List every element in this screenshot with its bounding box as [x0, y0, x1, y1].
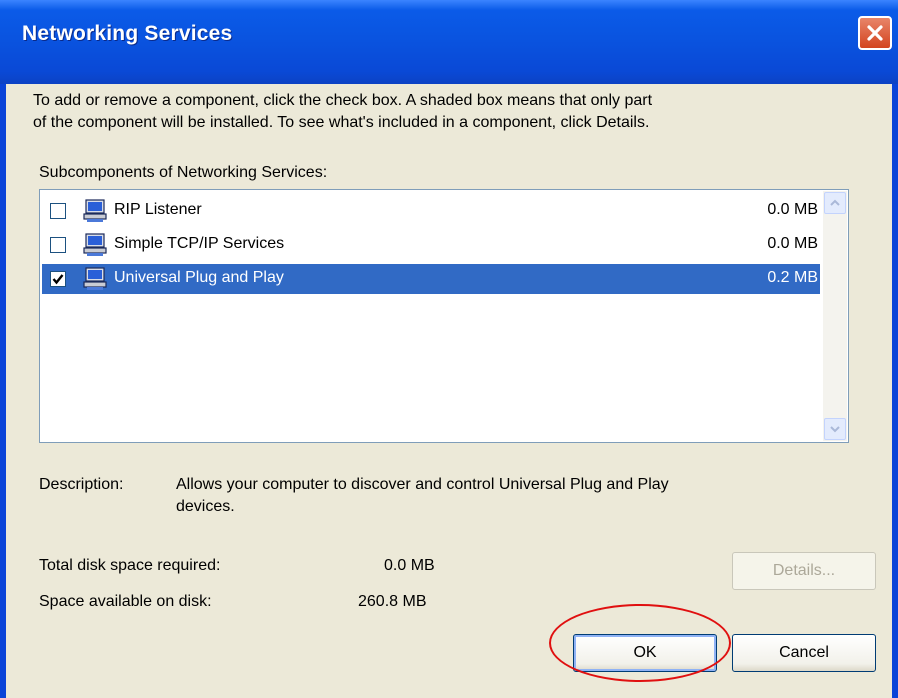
component-checkbox-checked[interactable] — [50, 271, 66, 287]
checkmark-icon — [52, 274, 64, 285]
cancel-button[interactable]: Cancel — [732, 634, 876, 672]
chevron-down-icon — [830, 426, 840, 433]
disk-required-label: Total disk space required: — [39, 557, 221, 574]
chevron-up-icon — [830, 199, 840, 206]
description-text-line-2: devices. — [176, 498, 235, 515]
list-item-selected[interactable]: Universal Plug and Play 0.2 MB — [42, 264, 820, 294]
details-button[interactable]: Details... — [732, 552, 876, 590]
component-checkbox[interactable] — [50, 237, 66, 253]
instructions-line-1: To add or remove a component, click the … — [33, 92, 653, 109]
close-icon — [867, 25, 883, 41]
disk-available-value: 260.8 MB — [358, 593, 427, 610]
component-name: Simple TCP/IP Services — [114, 235, 285, 252]
component-name: RIP Listener — [114, 201, 202, 218]
instructions-line-2: of the component will be installed. To s… — [33, 114, 650, 131]
list-item[interactable]: RIP Listener 0.0 MB — [42, 196, 820, 226]
disk-required-value: 0.0 MB — [384, 557, 435, 574]
scroll-up-button[interactable] — [824, 192, 846, 214]
subcomponents-list[interactable]: RIP Listener 0.0 MB Simple TCP/IP Servic… — [39, 189, 849, 443]
component-checkbox[interactable] — [50, 203, 66, 219]
window-title: Networking Services — [22, 22, 233, 45]
dialog-body: To add or remove a component, click the … — [6, 84, 892, 698]
network-computer-icon — [83, 199, 107, 222]
scroll-down-button[interactable] — [824, 418, 846, 440]
component-name: Universal Plug and Play — [114, 269, 284, 286]
vertical-scrollbar[interactable] — [823, 191, 847, 441]
disk-available-label: Space available on disk: — [39, 593, 212, 610]
ok-highlight-circle — [549, 604, 731, 682]
close-button[interactable] — [858, 16, 892, 50]
networking-services-dialog: Networking Services To add or remove a c… — [0, 0, 898, 698]
network-computer-icon — [83, 233, 107, 256]
title-bar[interactable]: Networking Services — [0, 0, 898, 84]
list-item[interactable]: Simple TCP/IP Services 0.0 MB — [42, 230, 820, 260]
component-size: 0.2 MB — [767, 269, 818, 286]
network-computer-icon — [83, 267, 107, 290]
description-label: Description: — [39, 476, 124, 493]
subcomponents-label: Subcomponents of Networking Services: — [39, 164, 328, 181]
description-text-line-1: Allows your computer to discover and con… — [176, 476, 669, 493]
component-size: 0.0 MB — [767, 201, 818, 218]
component-size: 0.0 MB — [767, 235, 818, 252]
